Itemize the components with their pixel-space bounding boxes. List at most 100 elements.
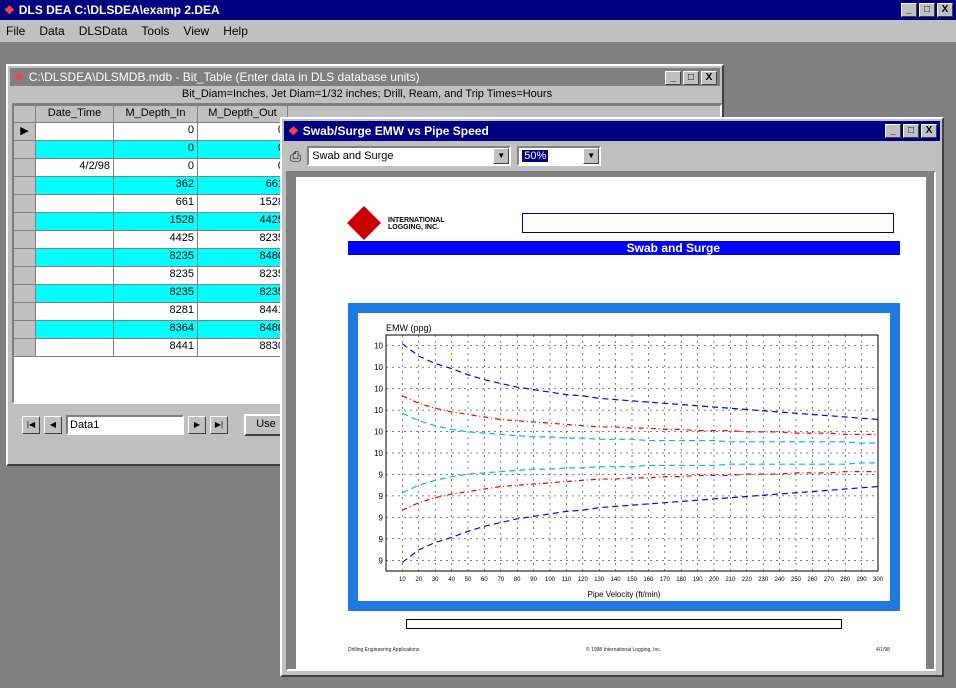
x-tick-label: 290 bbox=[857, 577, 868, 583]
cell-depth-in[interactable]: 8235 bbox=[114, 285, 198, 303]
cell-date-time[interactable] bbox=[36, 195, 114, 213]
cell-date-time[interactable] bbox=[36, 321, 114, 339]
cell-depth-out[interactable]: 4425 bbox=[198, 213, 288, 231]
col-header-depth-out[interactable]: M_Depth_Out bbox=[198, 106, 288, 123]
first-record-icon[interactable]: |◀ bbox=[22, 416, 40, 434]
row-selector[interactable] bbox=[14, 213, 36, 231]
cell-date-time[interactable]: 4/2/98 bbox=[36, 159, 114, 177]
col-header-date-time[interactable]: Date_Time bbox=[36, 106, 114, 123]
cell-depth-in[interactable]: 8235 bbox=[114, 267, 198, 285]
cell-depth-out[interactable]: 661 bbox=[198, 177, 288, 195]
table-close-button[interactable]: X bbox=[701, 71, 717, 85]
chart-frame: 10 10 10 10 10 10 9 9 9 9 9 10 20 30 40 50 60 70 80 90 100 1… bbox=[348, 303, 900, 611]
cell-depth-in[interactable]: 0 bbox=[114, 159, 198, 177]
main-application-window: ❖ DLS DEA C:\DLSDEA\examp 2.DEA _ □ X Fi… bbox=[0, 0, 956, 688]
next-record-icon[interactable]: ▶ bbox=[188, 416, 206, 434]
cell-depth-out[interactable]: 0 bbox=[198, 141, 288, 159]
cell-date-time[interactable] bbox=[36, 285, 114, 303]
report-preview-area[interactable]: INTERNATIONAL LOGGING, INC. Swab and Sur… bbox=[286, 171, 936, 671]
series-line bbox=[402, 485, 879, 563]
x-tick-label: 260 bbox=[807, 577, 818, 583]
menu-dlsdata[interactable]: DLSData bbox=[79, 24, 128, 38]
current-row-pointer-icon[interactable]: ▶ bbox=[14, 123, 36, 141]
row-selector[interactable] bbox=[14, 249, 36, 267]
cell-depth-in[interactable]: 362 bbox=[114, 177, 198, 195]
chart-maximize-button[interactable]: □ bbox=[903, 124, 919, 138]
menu-tools[interactable]: Tools bbox=[141, 24, 169, 38]
row-selector[interactable] bbox=[14, 303, 36, 321]
chevron-down-icon[interactable]: ▼ bbox=[583, 148, 600, 164]
x-tick-label: 110 bbox=[562, 577, 572, 583]
cell-depth-out[interactable]: 1528 bbox=[198, 195, 288, 213]
y-tick-label: 10 bbox=[374, 363, 383, 372]
table-minimize-button[interactable]: _ bbox=[665, 71, 681, 85]
table-maximize-button[interactable]: □ bbox=[683, 71, 699, 85]
zoom-select[interactable]: 50% ▼ bbox=[517, 146, 602, 166]
printer-icon[interactable]: ⎙ bbox=[290, 148, 301, 165]
prev-record-icon[interactable]: ◀ bbox=[44, 416, 62, 434]
cell-date-time[interactable] bbox=[36, 231, 114, 249]
bit-table-title: C:\DLSDEA\DLSMDB.mdb - Bit_Table (Enter … bbox=[28, 70, 420, 84]
chart-title-bar[interactable]: ❖ Swab/Surge EMW vs Pipe Speed _ □ X bbox=[284, 121, 940, 141]
app-title-bar[interactable]: ❖ DLS DEA C:\DLSDEA\examp 2.DEA _ □ X bbox=[0, 0, 956, 20]
company-logo bbox=[347, 206, 381, 240]
restore-button[interactable]: □ bbox=[919, 3, 935, 17]
report-select[interactable]: Swab and Surge ▼ bbox=[307, 146, 512, 166]
menu-file[interactable]: File bbox=[6, 24, 25, 38]
minimize-button[interactable]: _ bbox=[901, 3, 917, 17]
row-selector[interactable] bbox=[14, 195, 36, 213]
menu-view[interactable]: View bbox=[183, 24, 209, 38]
cell-depth-in[interactable]: 0 bbox=[114, 123, 198, 141]
cell-depth-in[interactable]: 8281 bbox=[114, 303, 198, 321]
cell-depth-out[interactable]: 8830 bbox=[198, 339, 288, 357]
close-button[interactable]: X bbox=[937, 3, 953, 17]
row-selector[interactable] bbox=[14, 339, 36, 357]
cell-depth-in[interactable]: 8441 bbox=[114, 339, 198, 357]
cell-depth-out[interactable]: 0 bbox=[198, 159, 288, 177]
mdi-workspace: ❖ C:\DLSDEA\DLSMDB.mdb - Bit_Table (Ente… bbox=[0, 42, 956, 688]
x-tick-label: 230 bbox=[758, 577, 769, 583]
row-selector[interactable] bbox=[14, 159, 36, 177]
cell-depth-in[interactable]: 8364 bbox=[114, 321, 198, 339]
cell-date-time[interactable] bbox=[36, 249, 114, 267]
cell-depth-out[interactable]: 8480 bbox=[198, 249, 288, 267]
last-record-icon[interactable]: ▶| bbox=[210, 416, 228, 434]
row-selector[interactable] bbox=[14, 141, 36, 159]
row-selector[interactable] bbox=[14, 321, 36, 339]
cell-depth-in[interactable]: 0 bbox=[114, 141, 198, 159]
chart-close-button[interactable]: X bbox=[921, 124, 937, 138]
cell-date-time[interactable] bbox=[36, 123, 114, 141]
cell-depth-in[interactable]: 1528 bbox=[114, 213, 198, 231]
cell-depth-out[interactable]: 8441 bbox=[198, 303, 288, 321]
x-tick-label: 100 bbox=[545, 577, 556, 583]
cell-depth-in[interactable]: 4425 bbox=[114, 231, 198, 249]
cell-date-time[interactable] bbox=[36, 303, 114, 321]
cell-date-time[interactable] bbox=[36, 141, 114, 159]
cell-depth-out[interactable]: 8235 bbox=[198, 267, 288, 285]
y-tick-label: 10 bbox=[374, 449, 383, 458]
x-tick-label: 50 bbox=[465, 577, 472, 583]
x-tick-label: 70 bbox=[497, 577, 504, 583]
row-selector[interactable] bbox=[14, 177, 36, 195]
row-selector[interactable] bbox=[14, 285, 36, 303]
chevron-down-icon[interactable]: ▼ bbox=[493, 148, 510, 164]
cell-date-time[interactable] bbox=[36, 177, 114, 195]
cell-depth-out[interactable]: 8480 bbox=[198, 321, 288, 339]
row-selector[interactable] bbox=[14, 267, 36, 285]
chart-minimize-button[interactable]: _ bbox=[885, 124, 901, 138]
cell-depth-out[interactable]: 8235 bbox=[198, 285, 288, 303]
cell-date-time[interactable] bbox=[36, 267, 114, 285]
row-selector[interactable] bbox=[14, 231, 36, 249]
app-icon: ❖ bbox=[4, 3, 15, 17]
col-header-depth-in[interactable]: M_Depth_In bbox=[114, 106, 198, 123]
menu-help[interactable]: Help bbox=[223, 24, 248, 38]
y-axis-label: EMW (ppg) bbox=[386, 323, 432, 333]
menu-data[interactable]: Data bbox=[39, 24, 64, 38]
cell-date-time[interactable] bbox=[36, 339, 114, 357]
cell-date-time[interactable] bbox=[36, 213, 114, 231]
bit-table-title-bar[interactable]: ❖ C:\DLSDEA\DLSMDB.mdb - Bit_Table (Ente… bbox=[10, 68, 720, 86]
cell-depth-out[interactable]: 8235 bbox=[198, 231, 288, 249]
cell-depth-in[interactable]: 8235 bbox=[114, 249, 198, 267]
cell-depth-out[interactable]: 0 bbox=[198, 123, 288, 141]
cell-depth-in[interactable]: 661 bbox=[114, 195, 198, 213]
